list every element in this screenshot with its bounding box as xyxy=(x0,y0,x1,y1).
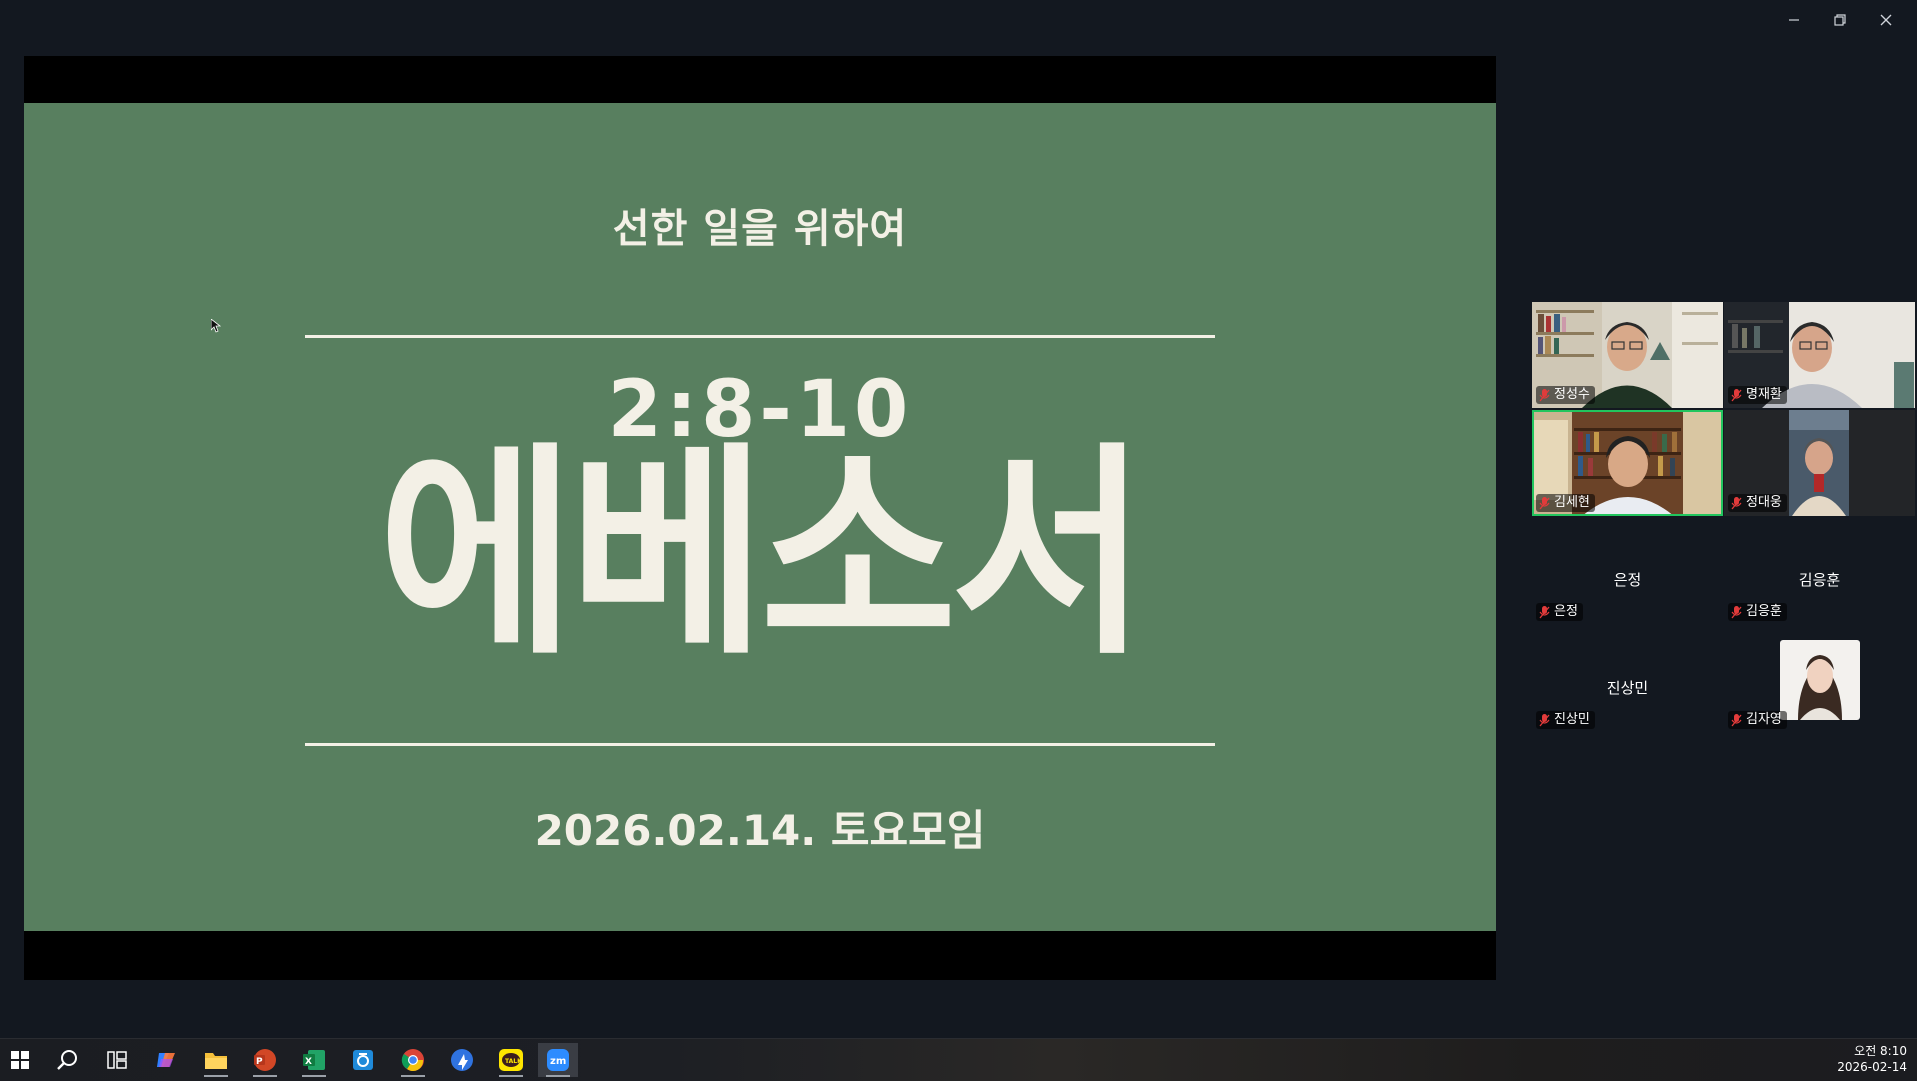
participant-display-name: 은정 xyxy=(1613,571,1642,589)
task-view-icon[interactable] xyxy=(97,1043,137,1077)
participant-name: 은정 xyxy=(1554,604,1578,619)
svg-text:X: X xyxy=(305,1057,312,1067)
participant-name: 정대웅 xyxy=(1746,495,1782,510)
participant-name-tag: 명재환 xyxy=(1728,386,1787,404)
participant-name: 김세현 xyxy=(1554,495,1590,510)
participant-name: 정성수 xyxy=(1554,387,1590,402)
search-icon[interactable] xyxy=(48,1043,88,1077)
minimize-icon[interactable] xyxy=(1771,6,1817,34)
app-icon[interactable] xyxy=(442,1043,482,1077)
svg-text:P: P xyxy=(256,1057,263,1067)
zoom-icon[interactable]: zm xyxy=(538,1043,578,1077)
slide-subtitle: 선한 일을 위하여 xyxy=(612,206,908,252)
muted-mic-icon xyxy=(1731,388,1742,401)
profile-photo-icon xyxy=(1780,640,1860,720)
shared-screen[interactable]: 선한 일을 위하여 2:8-10 에베소서 2026.02.14. 토요모임 xyxy=(24,56,1496,980)
participant-name-tag: 진상민 xyxy=(1536,711,1595,729)
slide-divider-bottom xyxy=(305,743,1215,746)
svg-text:TALK: TALK xyxy=(505,1058,522,1065)
svg-text:zm: zm xyxy=(550,1056,566,1067)
participant-video-tile[interactable]: 명재환 xyxy=(1724,302,1915,408)
kakaotalk-icon[interactable]: TALK xyxy=(491,1043,531,1077)
restore-icon[interactable] xyxy=(1817,6,1863,34)
file-explorer-icon[interactable] xyxy=(196,1043,236,1077)
participant-video-tile[interactable]: 정대웅 xyxy=(1724,410,1915,516)
participant-video-tile-active-speaker[interactable]: 김세현 xyxy=(1532,410,1723,516)
powerpoint-icon[interactable]: P xyxy=(245,1043,285,1077)
participant-name-tag: 정대웅 xyxy=(1728,494,1787,512)
chrome-icon[interactable] xyxy=(393,1043,433,1077)
muted-mic-icon xyxy=(1539,605,1550,618)
participant-audio-tile[interactable]: 김응훈 김응훈 xyxy=(1724,545,1915,651)
muted-mic-icon xyxy=(1539,388,1550,401)
slide-title: 에베소서 xyxy=(378,423,1148,686)
participant-name: 김자영 xyxy=(1746,712,1782,727)
participant-video-tile[interactable]: 정성수 xyxy=(1532,302,1723,408)
excel-icon[interactable]: X xyxy=(294,1043,334,1077)
system-clock[interactable]: 오전 8:10 2026-02-14 xyxy=(1837,1043,1907,1075)
copilot-icon[interactable] xyxy=(147,1043,187,1077)
muted-mic-icon xyxy=(1539,713,1550,726)
participant-name: 명재환 xyxy=(1746,387,1782,402)
muted-mic-icon xyxy=(1731,496,1742,509)
participant-name: 김응훈 xyxy=(1746,604,1782,619)
window-controls xyxy=(1771,6,1909,34)
participant-audio-tile[interactable]: 은정 은정 xyxy=(1532,545,1723,651)
clock-time: 오전 8:10 xyxy=(1854,1044,1907,1058)
muted-mic-icon xyxy=(1731,713,1742,726)
slide-date: 2026.02.14. 토요모임 xyxy=(534,806,986,855)
slide-divider-top xyxy=(305,335,1215,338)
taskbar: P X TALK zm 오전 8:10 2026-02-14 xyxy=(0,1038,1917,1081)
clock-date: 2026-02-14 xyxy=(1837,1060,1907,1074)
participant-audio-tile[interactable]: 김자영 xyxy=(1724,640,1915,746)
close-icon[interactable] xyxy=(1863,6,1909,34)
participant-name-tag: 정성수 xyxy=(1536,386,1595,404)
muted-mic-icon xyxy=(1539,496,1550,509)
participant-name-tag: 김자영 xyxy=(1728,711,1787,729)
participant-audio-tile[interactable]: 진상민 진상민 xyxy=(1532,653,1723,759)
mouse-cursor-icon xyxy=(211,319,221,333)
participant-name-tag: 은정 xyxy=(1536,603,1583,621)
participant-display-name: 김응훈 xyxy=(1798,571,1841,589)
participant-name: 진상민 xyxy=(1554,712,1590,727)
participant-name-tag: 김세현 xyxy=(1536,494,1595,512)
presentation-slide: 선한 일을 위하여 2:8-10 에베소서 2026.02.14. 토요모임 xyxy=(24,103,1496,931)
participant-name-tag: 김응훈 xyxy=(1728,603,1787,621)
muted-mic-icon xyxy=(1731,605,1742,618)
start-icon[interactable] xyxy=(0,1043,40,1077)
participant-display-name: 진상민 xyxy=(1606,679,1649,697)
hwp-icon[interactable] xyxy=(343,1043,383,1077)
